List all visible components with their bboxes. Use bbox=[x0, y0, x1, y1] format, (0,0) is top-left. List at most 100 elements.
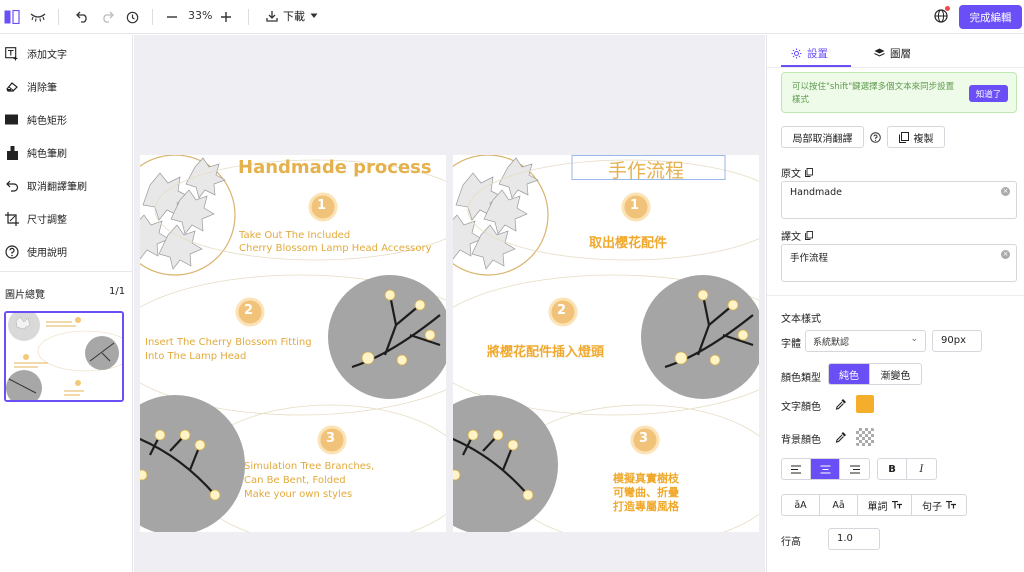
tab-settings[interactable]: 設置 bbox=[791, 46, 828, 61]
tool-eraser[interactable]: 消除筆 bbox=[5, 79, 57, 94]
poster-text[interactable]: 將櫻花配件插入燈頭 bbox=[487, 341, 604, 360]
eraser-icon bbox=[5, 80, 19, 94]
partial-untranslate-button[interactable]: 局部取消翻譯 bbox=[781, 126, 864, 148]
font-label: 字體 bbox=[781, 339, 801, 350]
properties-panel: 設置 圖層 可以按住"shift"鍵選擇多個文本來同步設置樣式 知道了 局部取消… bbox=[766, 35, 1024, 572]
translation-text-input[interactable]: 手作流程 × bbox=[781, 244, 1017, 282]
history-icon[interactable] bbox=[124, 9, 140, 25]
gradient-color-option[interactable]: 漸變色 bbox=[870, 364, 921, 384]
tool-solid-rectangle[interactable]: 純色矩形 bbox=[5, 112, 67, 127]
poster-title[interactable]: Handmade process bbox=[238, 157, 432, 178]
align-right-button[interactable] bbox=[840, 459, 869, 479]
poster-text[interactable]: Cherry Blossom Lamp Head Accessory bbox=[239, 243, 432, 254]
lowercase-button[interactable]: Aā bbox=[820, 495, 858, 515]
color-type-toggle: 純色 漸變色 bbox=[828, 363, 922, 385]
clear-icon[interactable]: × bbox=[1001, 250, 1010, 259]
compare-view-icon[interactable] bbox=[4, 9, 20, 25]
download-label: 下載 bbox=[283, 10, 305, 23]
image-thumbnail[interactable] bbox=[4, 311, 124, 402]
poster-text[interactable]: Can Be Bent, Folded bbox=[244, 475, 346, 486]
download-icon bbox=[266, 11, 278, 22]
undo-icon[interactable] bbox=[74, 9, 90, 25]
text-style-title: 文本樣式 bbox=[781, 314, 821, 325]
overview-title: 圖片總覽 bbox=[5, 290, 45, 301]
align-center-button[interactable] bbox=[811, 459, 840, 479]
finish-editing-button[interactable]: 完成編輯 bbox=[959, 5, 1022, 29]
copy-label: 複製 bbox=[913, 133, 934, 145]
uppercase-button[interactable]: āA bbox=[782, 495, 820, 515]
tool-label: 尺寸調整 bbox=[27, 215, 67, 226]
poster-text[interactable]: Simulation Tree Branches, bbox=[244, 461, 374, 472]
caret-down-icon bbox=[310, 13, 318, 18]
original-text-input[interactable]: Handmade × bbox=[781, 181, 1017, 219]
text-format-group: B I bbox=[877, 458, 937, 480]
align-center-icon bbox=[820, 464, 830, 474]
help-icon[interactable] bbox=[870, 132, 881, 143]
align-left-button[interactable] bbox=[782, 459, 811, 479]
zoom-out-icon[interactable] bbox=[164, 9, 180, 25]
background-color-swatch[interactable] bbox=[856, 428, 874, 446]
poster-title[interactable]: 手作流程 bbox=[608, 156, 684, 183]
tool-cancel-translation-brush[interactable]: 取消翻譯筆刷 bbox=[5, 178, 87, 193]
step-number: 3 bbox=[326, 431, 336, 446]
bold-button[interactable]: B bbox=[878, 459, 907, 479]
chevron-down-icon: ⌄ bbox=[910, 334, 918, 344]
tool-resize[interactable]: 尺寸調整 bbox=[5, 211, 67, 226]
text-color-label: 文字顏色 bbox=[781, 402, 821, 413]
redo-icon[interactable] bbox=[99, 9, 115, 25]
copy-icon[interactable] bbox=[805, 231, 813, 240]
eyedropper-icon[interactable] bbox=[835, 431, 847, 443]
tab-label: 設置 bbox=[807, 48, 828, 60]
poster-text[interactable]: 打造專屬風格 bbox=[613, 498, 679, 514]
download-button[interactable]: 下載 bbox=[266, 8, 318, 24]
globe-icon[interactable] bbox=[934, 9, 948, 23]
italic-button[interactable]: I bbox=[907, 459, 936, 479]
brush-icon bbox=[5, 145, 19, 160]
zoom-level: 33% bbox=[188, 9, 213, 22]
divider bbox=[767, 295, 1024, 296]
tip-text: 可以按住"shift"鍵選擇多個文本來同步設置樣式 bbox=[792, 82, 955, 105]
tool-label: 使用說明 bbox=[27, 248, 67, 259]
tool-add-text[interactable]: 添加文字 bbox=[5, 46, 67, 61]
divider bbox=[248, 9, 249, 25]
poster-text[interactable]: Insert The Cherry Blossom Fitting bbox=[145, 337, 312, 348]
copy-button[interactable]: 複製 bbox=[887, 126, 945, 148]
original-poster[interactable]: Handmade process 1 2 3 Take Out The Incl… bbox=[140, 155, 446, 532]
poster-text[interactable]: Make your own styles bbox=[244, 489, 352, 500]
tool-label: 純色矩形 bbox=[27, 116, 67, 127]
tool-label: 消除筆 bbox=[27, 83, 57, 94]
line-height-input[interactable]: 1.0 bbox=[828, 528, 880, 550]
text-color-swatch[interactable] bbox=[856, 395, 874, 413]
poster-text[interactable]: Into The Lamp Head bbox=[145, 351, 246, 362]
got-it-button[interactable]: 知道了 bbox=[969, 85, 1008, 102]
hide-eye-icon[interactable] bbox=[30, 9, 46, 25]
tool-help[interactable]: 使用說明 bbox=[5, 244, 67, 259]
original-text-value: Handmade bbox=[790, 187, 842, 198]
poster-text[interactable]: Take Out The Included bbox=[239, 230, 350, 241]
solid-color-option[interactable]: 純色 bbox=[829, 364, 870, 384]
translated-poster[interactable]: 手作流程 1 2 3 取出櫻花配件 將櫻花配件插入燈頭 模擬真實樹枝 可彎曲、折… bbox=[453, 155, 759, 532]
eyedropper-icon[interactable] bbox=[835, 398, 847, 410]
tool-label: 取消翻譯筆刷 bbox=[27, 182, 87, 193]
word-case-button[interactable]: 單詞 bbox=[858, 495, 912, 515]
clear-icon[interactable]: × bbox=[1001, 187, 1010, 196]
overview-count: 1/1 bbox=[109, 286, 126, 297]
poster-text[interactable]: 取出櫻花配件 bbox=[589, 232, 667, 251]
text-case-icon bbox=[891, 501, 902, 509]
tab-label: 圖層 bbox=[890, 48, 911, 60]
tool-solid-brush[interactable]: 純色筆刷 bbox=[5, 145, 67, 160]
help-icon bbox=[5, 244, 19, 259]
step-number: 1 bbox=[317, 198, 327, 213]
color-type-label: 顏色類型 bbox=[781, 373, 821, 384]
tool-label: 純色筆刷 bbox=[27, 149, 67, 160]
font-size-input[interactable]: 90px bbox=[932, 330, 982, 352]
copy-icon[interactable] bbox=[805, 168, 813, 177]
tab-layers[interactable]: 圖層 bbox=[874, 46, 911, 61]
resize-icon bbox=[5, 211, 19, 226]
sentence-case-button[interactable]: 句子 bbox=[912, 495, 966, 515]
left-sidebar: 添加文字 消除筆 純色矩形 純色筆刷 取消翻譯筆刷 尺寸調整 使用說明 圖片總覽… bbox=[0, 35, 133, 572]
zoom-in-icon[interactable] bbox=[218, 9, 234, 25]
word-case-label: 單詞 bbox=[867, 501, 888, 513]
font-select[interactable]: 系統默認 ⌄ bbox=[805, 330, 926, 352]
step-number: 2 bbox=[244, 303, 254, 318]
